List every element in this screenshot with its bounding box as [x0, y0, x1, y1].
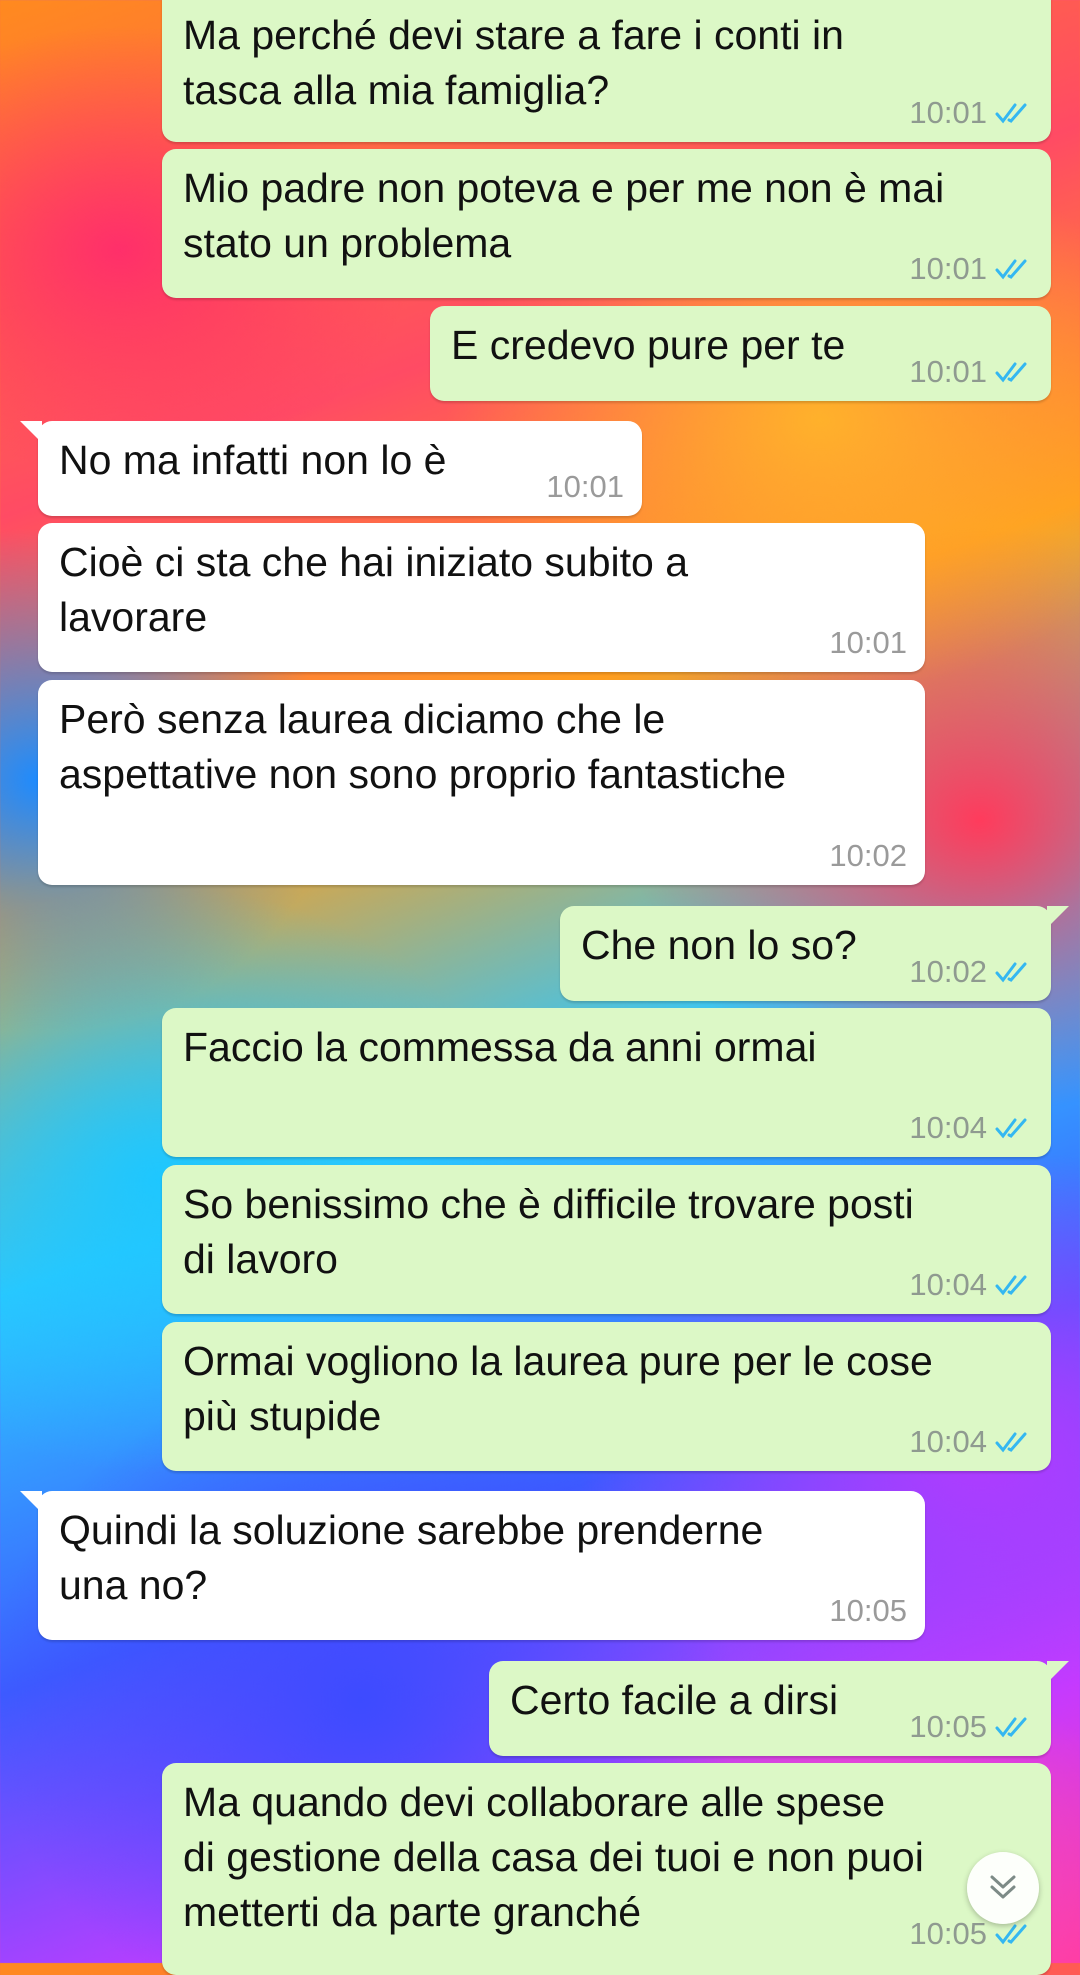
bubble-tail-icon — [1047, 1661, 1069, 1683]
bubble-tail-icon — [20, 421, 42, 443]
message-time: 10:02 — [909, 954, 987, 989]
message-meta: 10:01 — [909, 97, 1033, 128]
message-text: Ma perché devi stare a fare i conti in t… — [183, 12, 844, 113]
message-bubble-incoming[interactable]: Cioè ci sta che hai iniziato subito a la… — [38, 523, 925, 672]
message-text: Però senza laurea diciamo che le aspetta… — [59, 696, 787, 797]
message-text: So benissimo che è difficile trovare pos… — [183, 1181, 914, 1282]
bubble-tail-icon — [20, 1491, 42, 1513]
message-bubble-outgoing[interactable]: Certo facile a dirsi 10:05 — [489, 1661, 1069, 1756]
message-bubble-outgoing[interactable]: Ma perché devi stare a fare i conti in t… — [162, 0, 1051, 142]
message-bubble-incoming[interactable]: Quindi la soluzione sarebbe prenderne un… — [20, 1491, 925, 1640]
message-meta: 10:01 — [546, 471, 624, 502]
message-meta: 10:05 — [829, 1595, 907, 1626]
message-time: 10:05 — [909, 1916, 987, 1951]
message-meta: 10:02 — [829, 840, 907, 871]
message-bubble-incoming[interactable]: Però senza laurea diciamo che le aspetta… — [38, 680, 925, 885]
message-time: 10:02 — [829, 838, 907, 873]
message-time: 10:01 — [909, 251, 987, 286]
message-time: 10:01 — [829, 625, 907, 660]
message-bubble-outgoing[interactable]: Ma quando devi collaborare alle spese di… — [162, 1763, 1051, 1975]
message-time: 10:01 — [909, 95, 987, 130]
message-bubble-outgoing[interactable]: So benissimo che è difficile trovare pos… — [162, 1165, 1051, 1314]
message-bubble-outgoing[interactable]: E credevo pure per te 10:01 — [430, 306, 1051, 401]
message-time: 10:01 — [909, 354, 987, 389]
message-time: 10:05 — [909, 1709, 987, 1744]
message-time: 10:04 — [909, 1110, 987, 1145]
message-text: Mio padre non poteva e per me non è mai … — [183, 165, 945, 266]
message-meta: 10:01 — [829, 627, 907, 658]
message-bubble-outgoing[interactable]: Mio padre non poteva e per me non è mai … — [162, 149, 1051, 298]
message-meta: 10:05 — [909, 1918, 1033, 1949]
message-text: Faccio la commessa da anni ormai — [183, 1024, 817, 1070]
message-meta: 10:01 — [909, 253, 1033, 284]
double-chevron-down-icon — [990, 1875, 1016, 1899]
message-bubble-outgoing[interactable]: Faccio la commessa da anni ormai 10:04 — [162, 1008, 1051, 1157]
read-ticks-icon — [995, 103, 1027, 123]
scroll-to-bottom-button[interactable] — [967, 1852, 1039, 1924]
message-text: Ormai vogliono la laurea pure per le cos… — [183, 1338, 933, 1439]
read-ticks-icon — [995, 1924, 1027, 1944]
read-ticks-icon — [995, 259, 1027, 279]
message-text: Cioè ci sta che hai iniziato subito a la… — [59, 539, 689, 640]
message-time: 10:01 — [546, 469, 624, 504]
message-bubble-outgoing[interactable]: Ormai vogliono la laurea pure per le cos… — [162, 1322, 1051, 1471]
message-text: Ma quando devi collaborare alle spese di… — [183, 1779, 924, 1935]
read-ticks-icon — [995, 1432, 1027, 1452]
chat-area[interactable]: Ma perché devi stare a fare i conti in t… — [0, 0, 1080, 1975]
read-ticks-icon — [995, 1118, 1027, 1138]
message-meta: 10:01 — [909, 356, 1033, 387]
message-time: 10:04 — [909, 1267, 987, 1302]
bubble-tail-icon — [1047, 906, 1069, 928]
read-ticks-icon — [995, 1275, 1027, 1295]
message-text: Quindi la soluzione sarebbe prenderne un… — [59, 1507, 764, 1608]
message-text: No ma infatti non lo è — [59, 437, 447, 483]
read-ticks-icon — [995, 362, 1027, 382]
read-ticks-icon — [995, 1717, 1027, 1737]
message-meta: 10:05 — [909, 1711, 1033, 1742]
message-bubble-outgoing[interactable]: Che non lo so? 10:02 — [560, 906, 1069, 1001]
message-meta: 10:04 — [909, 1426, 1033, 1457]
message-time: 10:04 — [909, 1424, 987, 1459]
message-meta: 10:02 — [909, 956, 1033, 987]
read-ticks-icon — [995, 962, 1027, 982]
message-bubble-incoming[interactable]: No ma infatti non lo è 10:01 — [20, 421, 642, 516]
message-meta: 10:04 — [909, 1269, 1033, 1300]
message-time: 10:05 — [829, 1593, 907, 1628]
message-meta: 10:04 — [909, 1112, 1033, 1143]
